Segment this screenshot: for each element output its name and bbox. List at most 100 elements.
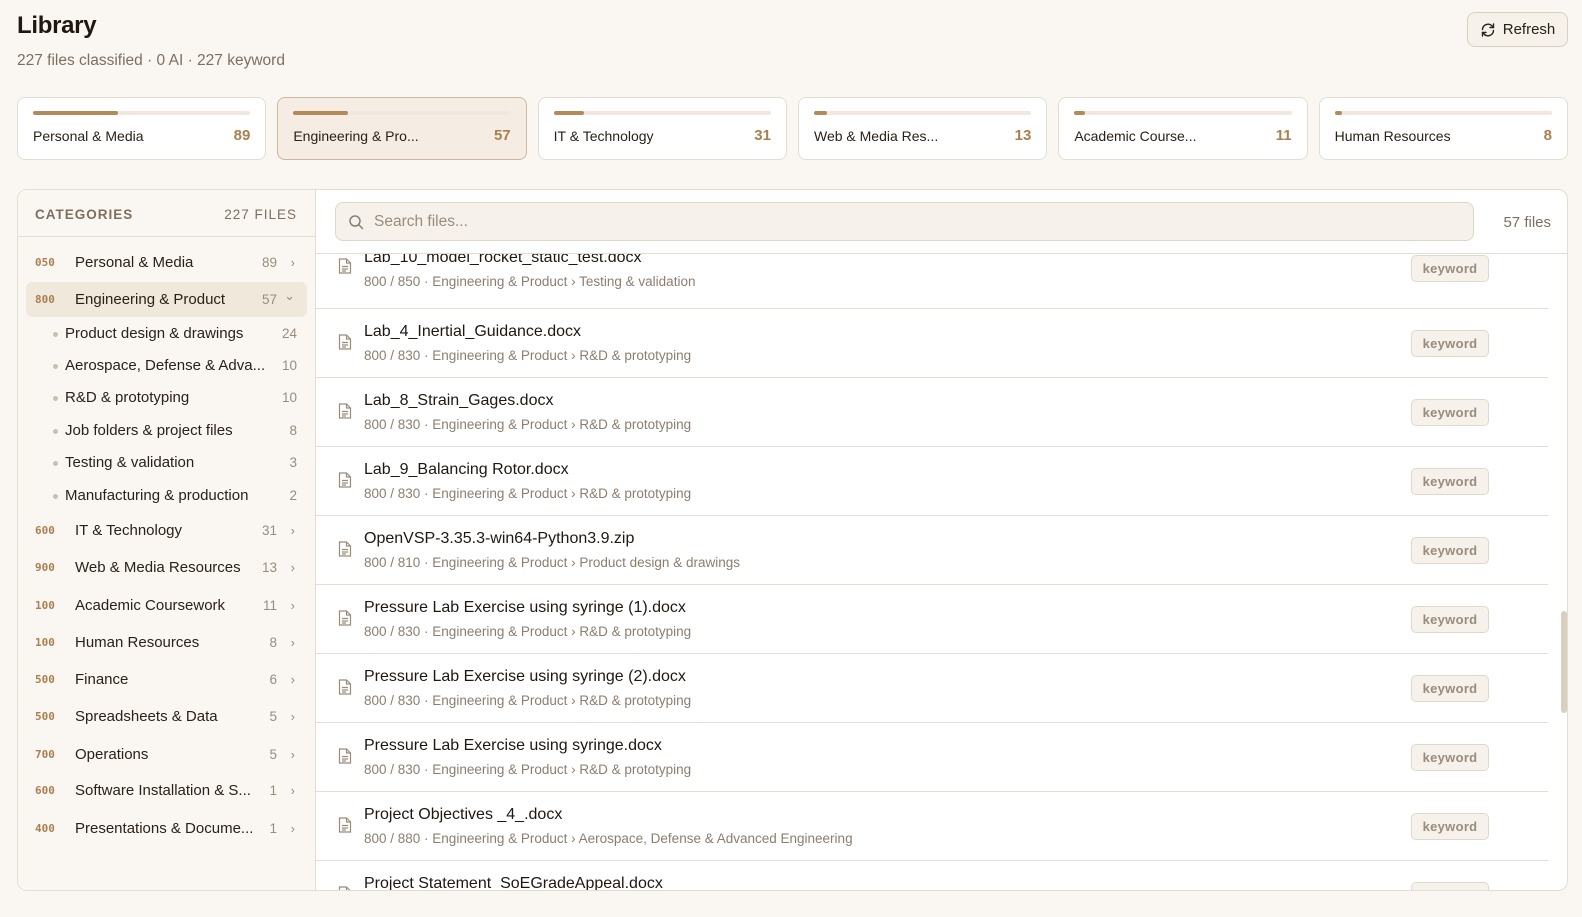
subcategory-item[interactable]: Aerospace, Defense & Adva... 10 — [51, 352, 307, 382]
card-count: 57 — [493, 127, 511, 144]
category-card[interactable]: Personal & Media 89 — [17, 97, 267, 160]
sidebar-item-human-resources[interactable]: 100 Human Resources 8 › — [26, 625, 307, 660]
chevron-right-icon: › — [290, 672, 295, 687]
category-card[interactable]: Web & Media Res... 13 — [797, 97, 1048, 160]
chevron-right-icon: › — [290, 821, 295, 836]
refresh-label: Refresh — [1502, 21, 1556, 38]
card-count: 11 — [1275, 127, 1292, 144]
file-count: 57 files — [1503, 214, 1551, 231]
card-progress-track — [293, 111, 511, 115]
file-path: 800 / 830 · Engineering & Product › R&D … — [364, 348, 692, 363]
category-card[interactable]: Human Resources 8 — [1318, 97, 1568, 160]
subcategory-item[interactable]: Manufacturing & production 2 — [51, 482, 307, 512]
file-row[interactable]: Lab_4_Inertial_Guidance.docx 800 / 830 ·… — [316, 309, 1548, 378]
category-name: Spreadsheets & Data — [75, 708, 218, 725]
refresh-button[interactable]: Refresh — [1467, 12, 1568, 47]
card-label: Web & Media Res... — [813, 128, 939, 144]
subcategory-count: 2 — [289, 488, 297, 503]
file-row[interactable]: Lab_9_Balancing Rotor.docx 800 / 830 · E… — [316, 447, 1548, 516]
category-name: Presentations & Docume... — [75, 820, 254, 837]
file-list[interactable]: Lab_10_model_rocket_static_test.docx 800… — [316, 254, 1567, 890]
file-path: 800 / 850 · Engineering & Product › Test… — [364, 274, 696, 289]
card-progress-track — [33, 111, 251, 115]
file-path: 800 / 830 · Engineering & Product › R&D … — [364, 693, 692, 708]
category-count: 13 — [261, 560, 277, 575]
category-card[interactable]: IT & Technology 31 — [537, 97, 787, 160]
card-count: 8 — [1543, 127, 1552, 144]
method-badge: keyword — [1411, 330, 1489, 357]
file-row[interactable]: Pressure Lab Exercise using syringe (2).… — [316, 654, 1548, 723]
document-icon — [338, 472, 352, 488]
category-name: Human Resources — [75, 634, 200, 651]
file-row[interactable]: Project Statement_SoEGradeAppeal.docx ke… — [316, 861, 1548, 890]
method-badge: keyword — [1411, 468, 1489, 495]
card-progress-fill — [33, 111, 118, 115]
sidebar-item-operations[interactable]: 700 Operations 5 › — [26, 737, 307, 772]
file-path: 800 / 880 · Engineering & Product › Aero… — [364, 831, 853, 846]
sidebar-item-web-media[interactable]: 900 Web & Media Resources 13 › — [26, 550, 307, 585]
document-icon — [338, 886, 351, 890]
card-progress-track — [813, 111, 1032, 115]
file-name: Project Objectives _4_.docx — [364, 806, 563, 823]
sidebar-item-software-installation[interactable]: 600 Software Installation & S... 1 › — [26, 773, 307, 808]
scrollbar-thumb[interactable] — [1561, 611, 1567, 713]
sidebar-item-academic[interactable]: 100 Academic Coursework 11 › — [26, 588, 307, 623]
card-progress-fill — [553, 111, 585, 115]
refresh-icon — [1481, 22, 1494, 37]
category-code: 500 — [35, 673, 55, 686]
category-code: 500 — [35, 710, 55, 723]
category-count: 89 — [261, 255, 277, 270]
sidebar-item-personal-media[interactable]: 050 Personal & Media 89 › — [26, 245, 307, 280]
file-name: Lab_9_Balancing Rotor.docx — [364, 461, 569, 478]
subcategory-item[interactable]: Testing & validation 3 — [51, 449, 307, 479]
subcategory-item[interactable]: Job folders & project files 8 — [51, 417, 307, 447]
file-name: OpenVSP-3.35.3-win64-Python3.9.zip — [364, 530, 635, 547]
file-name: Pressure Lab Exercise using syringe (1).… — [364, 599, 686, 616]
category-count: 5 — [269, 709, 277, 724]
category-code: 900 — [35, 561, 55, 574]
file-row[interactable]: Lab_8_Strain_Gages.docx 800 / 830 · Engi… — [316, 378, 1548, 447]
chevron-right-icon: › — [290, 560, 295, 575]
file-path: 800 / 830 · Engineering & Product › R&D … — [364, 486, 692, 501]
chevron-right-icon: › — [290, 747, 295, 762]
file-row[interactable]: Project Objectives _4_.docx 800 / 880 · … — [316, 792, 1548, 861]
search-box[interactable] — [335, 202, 1474, 241]
category-name: Engineering & Product — [75, 291, 226, 308]
chevron-down-icon: ⌄ — [284, 288, 295, 303]
sidebar-item-finance[interactable]: 500 Finance 6 › — [26, 662, 307, 697]
category-name: Operations — [75, 746, 149, 763]
file-row[interactable]: Pressure Lab Exercise using syringe (1).… — [316, 585, 1548, 654]
library-panel: CATEGORIES 227 FILES 050 Personal & Medi… — [17, 189, 1568, 891]
file-name: Pressure Lab Exercise using syringe.docx — [364, 737, 662, 754]
chevron-right-icon: › — [290, 523, 295, 538]
chevron-right-icon: › — [290, 255, 295, 270]
sidebar-heading: CATEGORIES — [35, 207, 134, 222]
sidebar-item-it-technology[interactable]: 600 IT & Technology 31 › — [26, 513, 307, 548]
sidebar-item-spreadsheets[interactable]: 500 Spreadsheets & Data 5 › — [26, 699, 307, 734]
file-name: Lab_10_model_rocket_static_test.docx — [364, 254, 642, 266]
subcategory-count: 24 — [281, 326, 297, 341]
chevron-right-icon: › — [290, 783, 295, 798]
file-row[interactable]: OpenVSP-3.35.3-win64-Python3.9.zip 800 /… — [316, 516, 1548, 585]
document-icon — [338, 334, 352, 350]
file-row[interactable]: Pressure Lab Exercise using syringe.docx… — [316, 723, 1548, 792]
file-name: Lab_4_Inertial_Guidance.docx — [364, 323, 582, 340]
category-count: 1 — [269, 783, 277, 798]
file-row[interactable]: Lab_10_model_rocket_static_test.docx 800… — [316, 254, 1548, 309]
category-card-active[interactable]: Engineering & Pro... 57 — [277, 97, 527, 160]
subcategory-item[interactable]: R&D & prototyping 10 — [51, 384, 307, 414]
chevron-right-icon: › — [290, 635, 295, 650]
subcategory-name: Product design & drawings — [65, 325, 244, 342]
subcategory-count: 10 — [281, 390, 297, 405]
sidebar-total: 227 FILES — [224, 207, 297, 222]
card-progress-fill — [293, 111, 348, 115]
sidebar-item-presentations[interactable]: 400 Presentations & Docume... 1 › — [26, 811, 307, 846]
search-input[interactable] — [374, 203, 1464, 240]
subcategory-item[interactable]: Product design & drawings 24 — [51, 320, 307, 350]
card-label: Human Resources — [1334, 128, 1451, 144]
sidebar-item-engineering-product[interactable]: 800 Engineering & Product 57 ⌄ — [26, 282, 307, 317]
card-progress-track — [1074, 111, 1292, 115]
category-card[interactable]: Academic Course... 11 — [1058, 97, 1308, 160]
method-badge: keyword — [1411, 744, 1489, 771]
card-count: 13 — [1014, 127, 1032, 144]
